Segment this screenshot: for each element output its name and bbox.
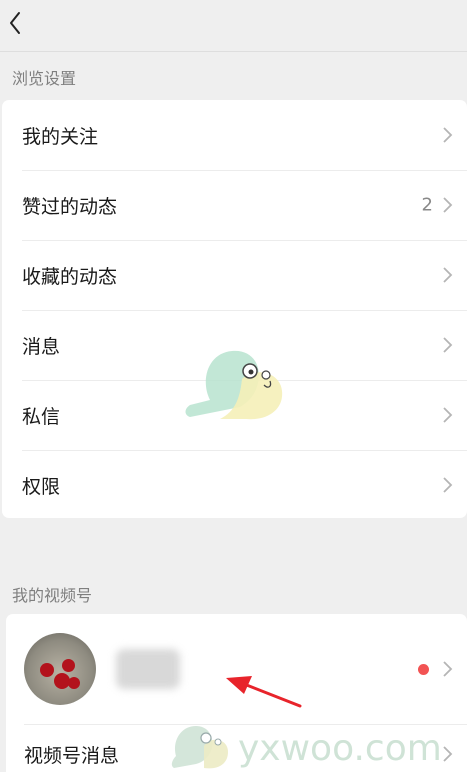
notification-dot (418, 664, 429, 675)
chevron-right-icon (443, 197, 453, 213)
menu-item-favorited-posts[interactable]: 收藏的动态 (2, 240, 467, 310)
browse-settings-label: 浏览设置 (12, 69, 77, 88)
menu-item-following[interactable]: 我的关注 (2, 100, 467, 170)
top-bar (0, 0, 467, 52)
chevron-right-icon (443, 267, 453, 283)
menu-item-label: 私信 (22, 405, 61, 428)
liked-count: 2 (421, 194, 433, 216)
watermark-mascot-icon (185, 350, 283, 420)
menu-item-label: 收藏的动态 (22, 265, 118, 288)
chevron-right-icon (443, 661, 453, 677)
menu-item-permissions[interactable]: 权限 (2, 450, 467, 520)
chevron-right-icon (443, 477, 453, 493)
menu-item-label: 消息 (22, 335, 61, 358)
cherry-shape (68, 677, 80, 689)
cherry-shape (40, 663, 54, 677)
back-button[interactable] (4, 8, 34, 38)
menu-item-label: 权限 (22, 475, 61, 498)
chevron-right-icon (443, 337, 453, 353)
watermark-text: yxwoo.com (238, 728, 442, 769)
blurred-channel-name (116, 649, 180, 689)
annotation-arrow-icon (226, 676, 302, 708)
cherry-shape (62, 659, 75, 672)
chevron-left-icon (10, 12, 20, 34)
avatar (24, 633, 96, 705)
site-watermark: yxwoo.com (171, 726, 442, 769)
my-channel-label: 我的视频号 (12, 586, 93, 605)
chevron-right-icon (443, 127, 453, 143)
chevron-right-icon (443, 407, 453, 423)
menu-item-label: 视频号消息 (24, 744, 120, 767)
menu-item-label: 赞过的动态 (22, 195, 118, 218)
menu-item-liked-posts[interactable]: 赞过的动态 2 (2, 170, 467, 240)
menu-item-label: 我的关注 (22, 125, 99, 148)
browse-settings-card: 我的关注 赞过的动态 2 收藏的动态 消息 私信 权限 (2, 100, 467, 518)
